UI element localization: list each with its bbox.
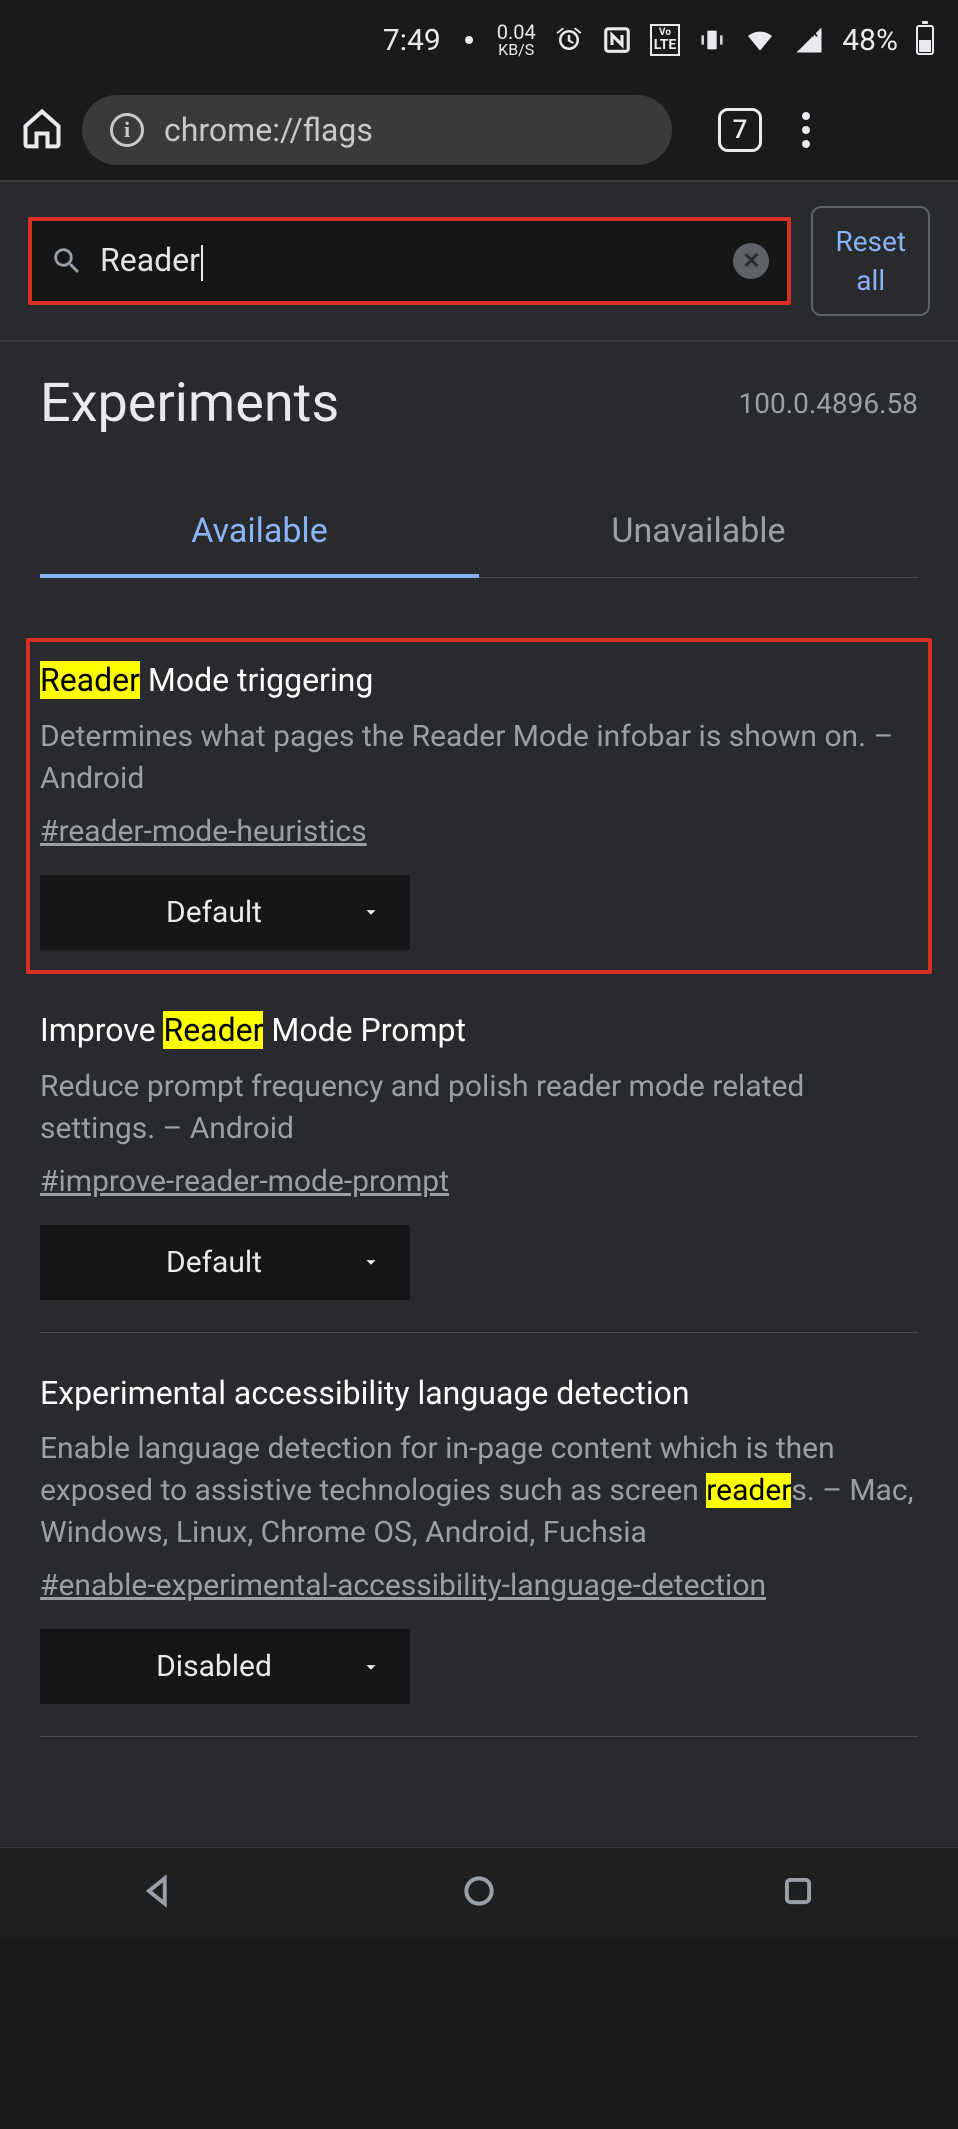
chevron-down-icon [360, 1656, 382, 1678]
flag-item: Reader Mode triggering Determines what p… [26, 638, 932, 974]
flag-select[interactable]: Default [40, 875, 410, 950]
flag-title: Experimental accessibility language dete… [40, 1373, 918, 1415]
clear-icon[interactable]: ✕ [733, 243, 769, 279]
search-input[interactable]: Reader ✕ [28, 217, 791, 305]
page-title: Experiments [40, 372, 339, 435]
flag-title: Improve Reader Mode Prompt [40, 1010, 918, 1052]
recents-button[interactable] [779, 1872, 817, 1914]
flag-title: Reader Mode triggering [40, 660, 918, 702]
wifi-icon [744, 24, 776, 56]
vibrate-icon [698, 26, 726, 54]
data-speed: 0.04 KB/S [497, 22, 536, 58]
version-text: 100.0.4896.58 [738, 387, 918, 420]
nfc-icon [602, 25, 632, 55]
home-icon[interactable] [20, 106, 64, 154]
highlight: Reader [40, 661, 140, 699]
search-icon [50, 244, 84, 278]
flag-select[interactable]: Disabled [40, 1629, 410, 1704]
tabs: Available Unavailable [40, 495, 918, 578]
reset-all-button[interactable]: Resetall [811, 206, 930, 316]
back-button[interactable] [141, 1872, 179, 1914]
highlight: reader [706, 1473, 791, 1508]
volte-icon: Vo LTE [650, 24, 681, 56]
alarm-icon [554, 25, 584, 55]
status-left: 7:49 0.04 KB/S Vo LTE x 48% [383, 22, 934, 58]
tab-available[interactable]: Available [40, 495, 479, 577]
url-bar[interactable]: i chrome://flags [82, 95, 672, 165]
chevron-down-icon [360, 901, 382, 923]
status-bar: 7:49 0.04 KB/S Vo LTE x 48% [0, 0, 958, 80]
browser-toolbar: i chrome://flags 7 [0, 80, 958, 180]
system-navbar [0, 1847, 958, 1937]
content: Experiments 100.0.4896.58 Available Unav… [0, 342, 958, 1847]
flag-id-link[interactable]: #improve-reader-mode-prompt [40, 1164, 449, 1199]
flag-description: Reduce prompt frequency and polish reade… [40, 1066, 918, 1150]
tab-switcher[interactable]: 7 [718, 108, 762, 152]
battery-icon [916, 25, 934, 55]
flag-item: Experimental accessibility language dete… [40, 1363, 918, 1738]
signal-icon: x [794, 25, 824, 55]
flag-select[interactable]: Default [40, 1225, 410, 1300]
status-time: 7:49 [383, 23, 441, 58]
menu-icon[interactable] [792, 112, 820, 148]
tab-unavailable[interactable]: Unavailable [479, 495, 918, 577]
flag-description: Enable language detection for in-page co… [40, 1428, 918, 1554]
info-icon[interactable]: i [110, 113, 144, 147]
svg-text:x: x [812, 25, 819, 40]
flag-item: Improve Reader Mode Prompt Reduce prompt… [40, 1000, 918, 1333]
battery-percent: 48% [842, 23, 898, 58]
flag-description: Determines what pages the Reader Mode in… [40, 716, 918, 800]
url-text: chrome://flags [164, 111, 373, 149]
page-header: Experiments 100.0.4896.58 [40, 372, 918, 435]
flag-id-link[interactable]: #enable-experimental-accessibility-langu… [40, 1568, 766, 1603]
flag-id-link[interactable]: #reader-mode-heuristics [40, 814, 367, 849]
highlight: Reader [163, 1011, 263, 1049]
notification-dot-icon [465, 36, 473, 44]
search-value: Reader [100, 241, 717, 281]
home-button[interactable] [460, 1872, 498, 1914]
search-row: Reader ✕ Resetall [0, 182, 958, 340]
chevron-down-icon [360, 1251, 382, 1273]
